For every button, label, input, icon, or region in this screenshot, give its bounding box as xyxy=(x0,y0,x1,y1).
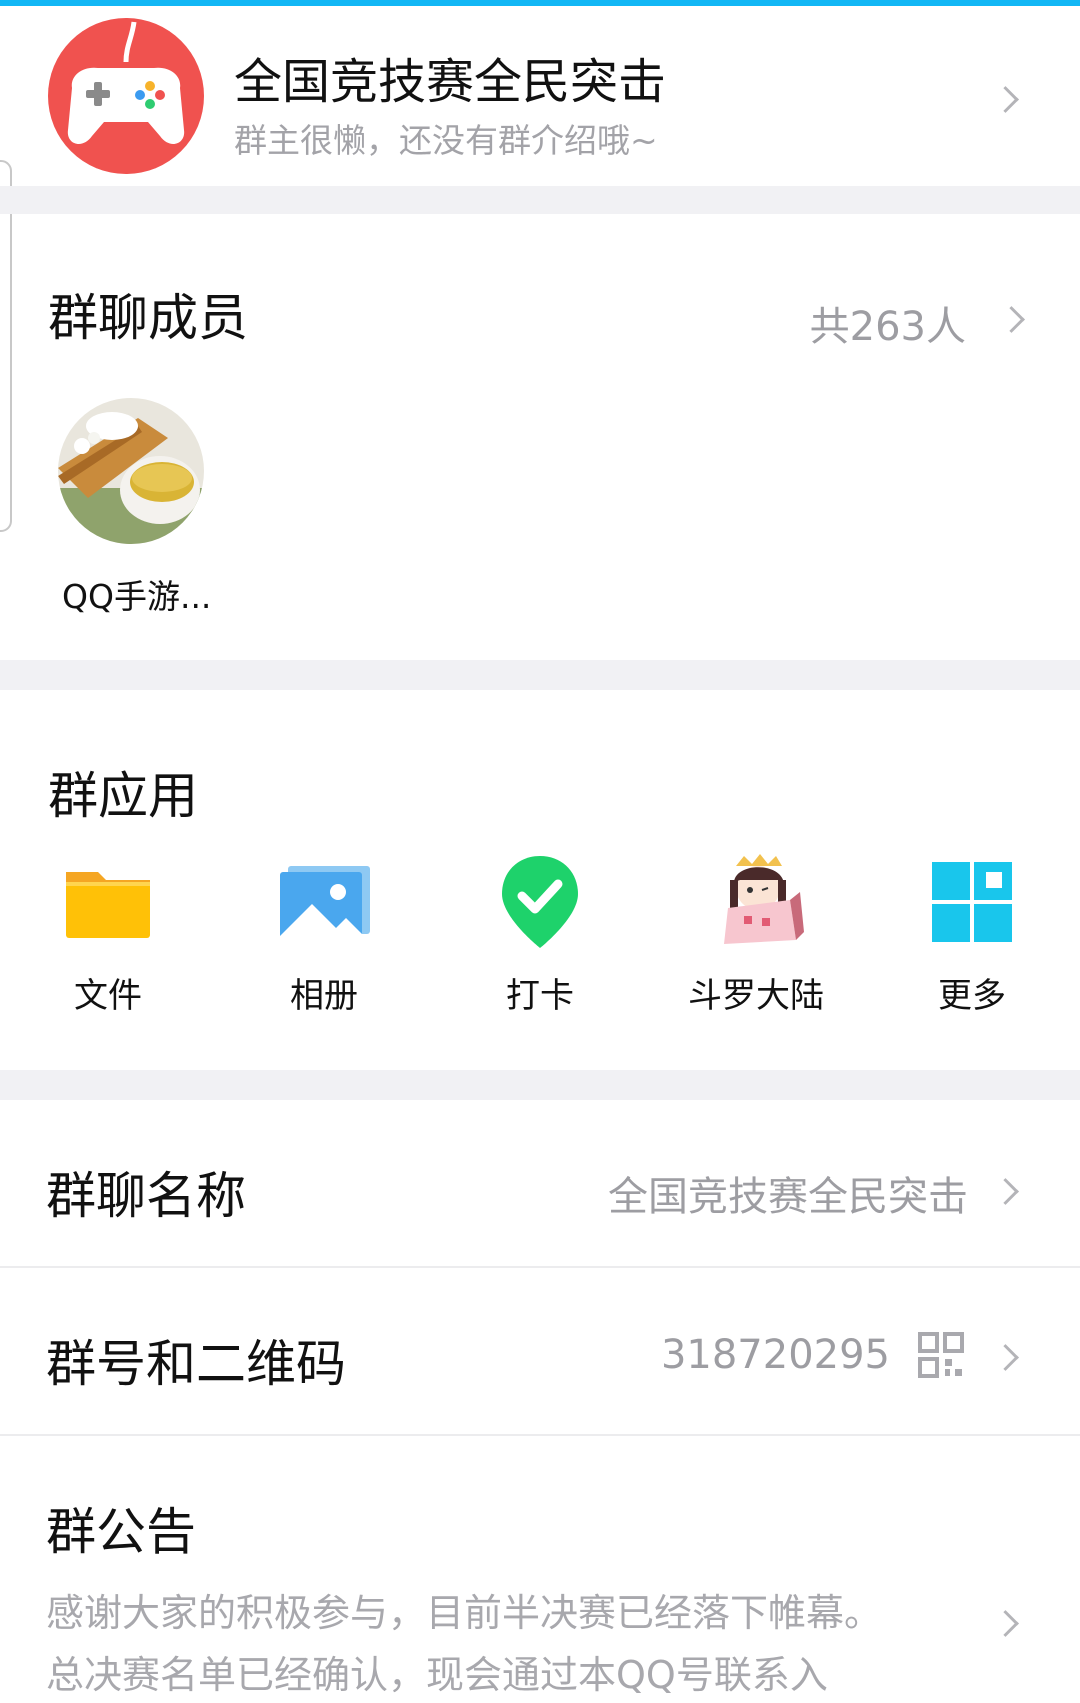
chevron-right-icon xyxy=(992,1610,1019,1637)
group-number-row[interactable]: 群号和二维码 318720295 xyxy=(0,1268,1080,1434)
members-row[interactable]: 群聊成员 共263人 xyxy=(0,214,1080,364)
qr-code-icon[interactable] xyxy=(918,1332,964,1378)
members-title: 群聊成员 xyxy=(48,289,248,347)
announcement-line: 总决赛名单已经确认，现会通过本QQ号联系入 xyxy=(46,1653,828,1697)
douluo-dalu-icon xyxy=(724,854,804,944)
tea-photo-icon xyxy=(58,398,204,544)
group-avatar xyxy=(48,18,204,174)
app-label: 打卡 xyxy=(506,976,574,1016)
chevron-right-icon xyxy=(992,86,1019,113)
game-controller-icon xyxy=(67,21,185,144)
app-label: 斗罗大陆 xyxy=(688,976,824,1016)
app-more[interactable]: 更多 xyxy=(882,852,1062,1022)
group-name-row[interactable]: 群聊名称 全国竞技赛全民突击 xyxy=(0,1100,1080,1266)
group-title: 全国竞技赛全民突击 xyxy=(234,54,667,110)
group-name-value: 全国竞技赛全民突击 xyxy=(608,1174,968,1220)
apps-title: 群应用 xyxy=(48,767,198,825)
grid-more-icon xyxy=(932,862,1012,942)
section-gap xyxy=(0,660,1080,690)
app-label: 更多 xyxy=(938,976,1006,1016)
chevron-right-icon xyxy=(998,306,1025,333)
group-number-label: 群号和二维码 xyxy=(46,1335,346,1393)
app-label: 相册 xyxy=(290,976,358,1016)
chevron-right-icon xyxy=(992,1344,1019,1371)
member-item[interactable]: QQ手游... xyxy=(58,398,211,616)
app-douluo[interactable]: 斗罗大陆 xyxy=(666,852,846,1022)
member-name: QQ手游... xyxy=(62,577,212,616)
announcement-label: 群公告 xyxy=(46,1503,196,1561)
announcement-line: 感谢大家的积极参与，目前半决赛已经落下帷幕。 xyxy=(46,1591,883,1635)
app-album[interactable]: 相册 xyxy=(234,852,414,1022)
group-description: 群主很懒，还没有群介绍哦~ xyxy=(234,121,658,160)
checkin-pin-icon xyxy=(502,856,578,948)
photo-album-icon xyxy=(280,866,370,940)
group-header[interactable]: 全国竞技赛全民突击 群主很懒，还没有群介绍哦~ xyxy=(0,6,1080,186)
group-number-value: 318720295 xyxy=(660,1332,890,1378)
section-gap xyxy=(0,1070,1080,1100)
app-files[interactable]: 文件 xyxy=(18,852,198,1022)
section-gap xyxy=(0,186,1080,214)
app-checkin[interactable]: 打卡 xyxy=(450,852,630,1022)
member-avatar xyxy=(58,398,204,544)
member-count: 共263人 xyxy=(809,304,966,350)
announcement-row[interactable]: 群公告 感谢大家的积极参与，目前半决赛已经落下帷幕。 总决赛名单已经确认，现会通… xyxy=(0,1436,1080,1703)
folder-icon xyxy=(66,872,150,938)
chevron-right-icon xyxy=(992,1178,1019,1205)
group-name-label: 群聊名称 xyxy=(46,1167,246,1225)
app-label: 文件 xyxy=(74,976,142,1016)
